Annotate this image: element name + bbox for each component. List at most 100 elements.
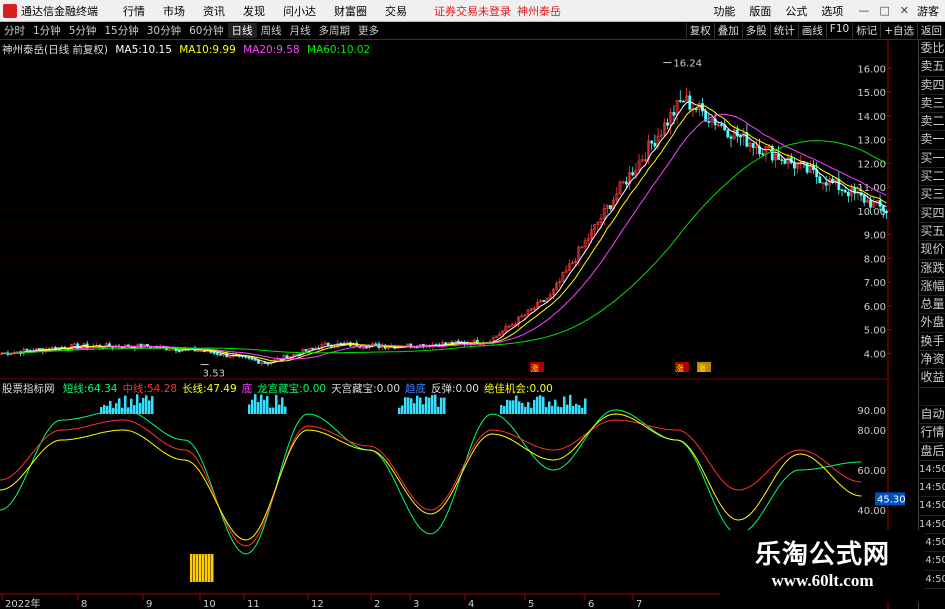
top-bar [425, 396, 428, 414]
top-bar [437, 406, 440, 414]
side-panel-item[interactable]: 涨跌 [919, 260, 945, 278]
top-bar [142, 397, 145, 414]
bottom-bar [199, 554, 202, 582]
indicator-legend-item: 趋底 [405, 383, 427, 395]
menu-options[interactable]: 选项 [814, 3, 850, 19]
minimize-icon[interactable]: — [858, 4, 869, 17]
side-panel-item[interactable]: 14:50 [919, 461, 945, 480]
f10-button[interactable]: F10 [825, 23, 852, 38]
menu-item-wealth[interactable]: 财富圈 [325, 3, 376, 19]
side-panel-item[interactable]: 卖二 [919, 113, 945, 132]
menu-item-ask[interactable]: 问小达 [274, 3, 325, 19]
side-panel-item[interactable]: 行情 [919, 424, 945, 443]
period-tab[interactable]: 30分钟 [143, 23, 185, 38]
menu-item-discover[interactable]: 发现 [234, 3, 274, 19]
add-watchlist-button[interactable]: +自选 [880, 23, 917, 38]
stats-button[interactable]: 统计 [769, 23, 798, 38]
candle-body [843, 189, 847, 193]
indicator-legend: 股票指标网 短线:64.34 中线:54.28 长线:47.49 底龙宫藏宝:0.00… [2, 381, 553, 396]
period-tab[interactable]: 5分钟 [65, 23, 101, 38]
top-bar [584, 398, 587, 414]
adjust-button[interactable]: 复权 [685, 23, 714, 38]
side-panel-item[interactable]: 买五 [919, 223, 945, 242]
candle-body [672, 112, 676, 116]
period-tab[interactable]: 分时 [0, 23, 29, 38]
candle-body [780, 159, 784, 161]
period-tab[interactable]: 15分钟 [100, 23, 142, 38]
candle-body [266, 362, 270, 365]
candle-body [735, 129, 739, 137]
side-panel-item[interactable]: 涨幅 [919, 278, 945, 297]
menu-item-quote[interactable]: 行情 [114, 3, 154, 19]
side-panel-item[interactable]: 净资 [919, 351, 945, 370]
side-panel-item[interactable]: 卖四 [919, 77, 945, 95]
candle-body [824, 182, 828, 186]
period-tab-daily[interactable]: 日线 [227, 23, 257, 38]
mark-button[interactable]: 标记 [852, 23, 880, 38]
side-panel-item[interactable]: 总量 [919, 296, 945, 315]
x-tick-label: 2022年 [5, 597, 40, 609]
top-bar [428, 397, 431, 414]
top-bar [509, 400, 512, 414]
side-panel-item[interactable]: 买四 [919, 205, 945, 223]
top-bar [401, 405, 404, 414]
x-tick-label: 10 [203, 599, 216, 609]
top-bar [112, 407, 115, 414]
menu-bar: 通达信金融终端 行情 市场 资讯 发现 问小达 财富圈 交易 证券交易未登录 神… [0, 0, 945, 22]
menu-formula[interactable]: 公式 [778, 3, 814, 19]
maximize-icon[interactable]: □ [879, 4, 889, 17]
period-tab[interactable]: 周线 [257, 23, 286, 38]
side-panel-item[interactable]: 自动 [919, 406, 945, 425]
menu-item-news[interactable]: 资讯 [194, 3, 234, 19]
back-button[interactable]: 返回 [917, 23, 945, 38]
close-icon[interactable]: ✕ [900, 4, 909, 17]
period-tab[interactable]: 60分钟 [185, 23, 227, 38]
menu-layout[interactable]: 版面 [742, 3, 778, 19]
login-status[interactable]: 证券交易未登录 [434, 3, 511, 19]
guest-label[interactable]: 游客 [917, 3, 945, 19]
top-bar [521, 402, 524, 414]
side-panel-item[interactable]: 外盘 [919, 314, 945, 333]
overlay-button[interactable]: 叠加 [713, 23, 742, 38]
side-panel-item[interactable] [919, 388, 945, 406]
side-panel-item[interactable]: 收益 [919, 369, 945, 388]
candles [0, 87, 888, 367]
side-panel-item[interactable]: 现价 [919, 241, 945, 260]
side-panel-item[interactable]: 卖五 [919, 58, 945, 77]
side-panel-item[interactable]: 卖三 [919, 95, 945, 114]
stock-link[interactable]: 神州泰岳 [517, 3, 561, 19]
period-tab[interactable]: 多周期 [315, 23, 355, 38]
side-panel-item[interactable]: 盘后 [919, 443, 945, 461]
side-panel-item[interactable]: 卖一 [919, 131, 945, 150]
quote-side-panel[interactable]: 委比 卖五 卖四 卖三 卖二 卖一 买一 买二 买三 买四 买五 现价 涨跌 涨幅 总量 外盘 换手 净资 收益自动… [918, 40, 945, 609]
top-bar [133, 405, 136, 414]
side-panel-item[interactable]: 14:50 [919, 497, 945, 516]
indicator-legend-item: 天宫藏宝:0.00 [331, 383, 401, 395]
candle-body [257, 360, 260, 364]
candle-body [862, 195, 866, 203]
candle-body [881, 205, 885, 212]
menu-function[interactable]: 功能 [706, 3, 742, 19]
menu-item-trade[interactable]: 交易 [376, 3, 416, 19]
side-panel-item[interactable]: 14:50 [919, 479, 945, 498]
candle-body [609, 205, 612, 210]
side-panel-item[interactable]: 买一 [919, 150, 945, 169]
side-panel-item[interactable]: 买二 [919, 168, 945, 187]
draw-button[interactable]: 画线 [797, 23, 826, 38]
top-bar [248, 404, 251, 414]
indicator-legend-item: 短线:64.34 [62, 383, 118, 395]
period-tab[interactable]: 月线 [286, 23, 315, 38]
side-panel-item[interactable]: 买三 [919, 186, 945, 205]
top-bar [560, 407, 563, 414]
menu-item-market[interactable]: 市场 [154, 3, 194, 19]
stock-chart[interactable]: 16.0015.0014.0013.0012.0011.0010.009.008… [0, 40, 918, 609]
top-bar [115, 403, 118, 414]
period-tab-more[interactable]: 更多 [354, 23, 383, 38]
side-panel-item[interactable]: 委比 [919, 40, 945, 59]
candle-body [364, 347, 368, 349]
side-panel-item[interactable]: 换手 [919, 333, 945, 352]
price-tick-label: 6.00 [864, 302, 886, 313]
top-bar [100, 407, 103, 414]
period-tab[interactable]: 1分钟 [29, 23, 65, 38]
multi-stock-button[interactable]: 多股 [741, 23, 770, 38]
